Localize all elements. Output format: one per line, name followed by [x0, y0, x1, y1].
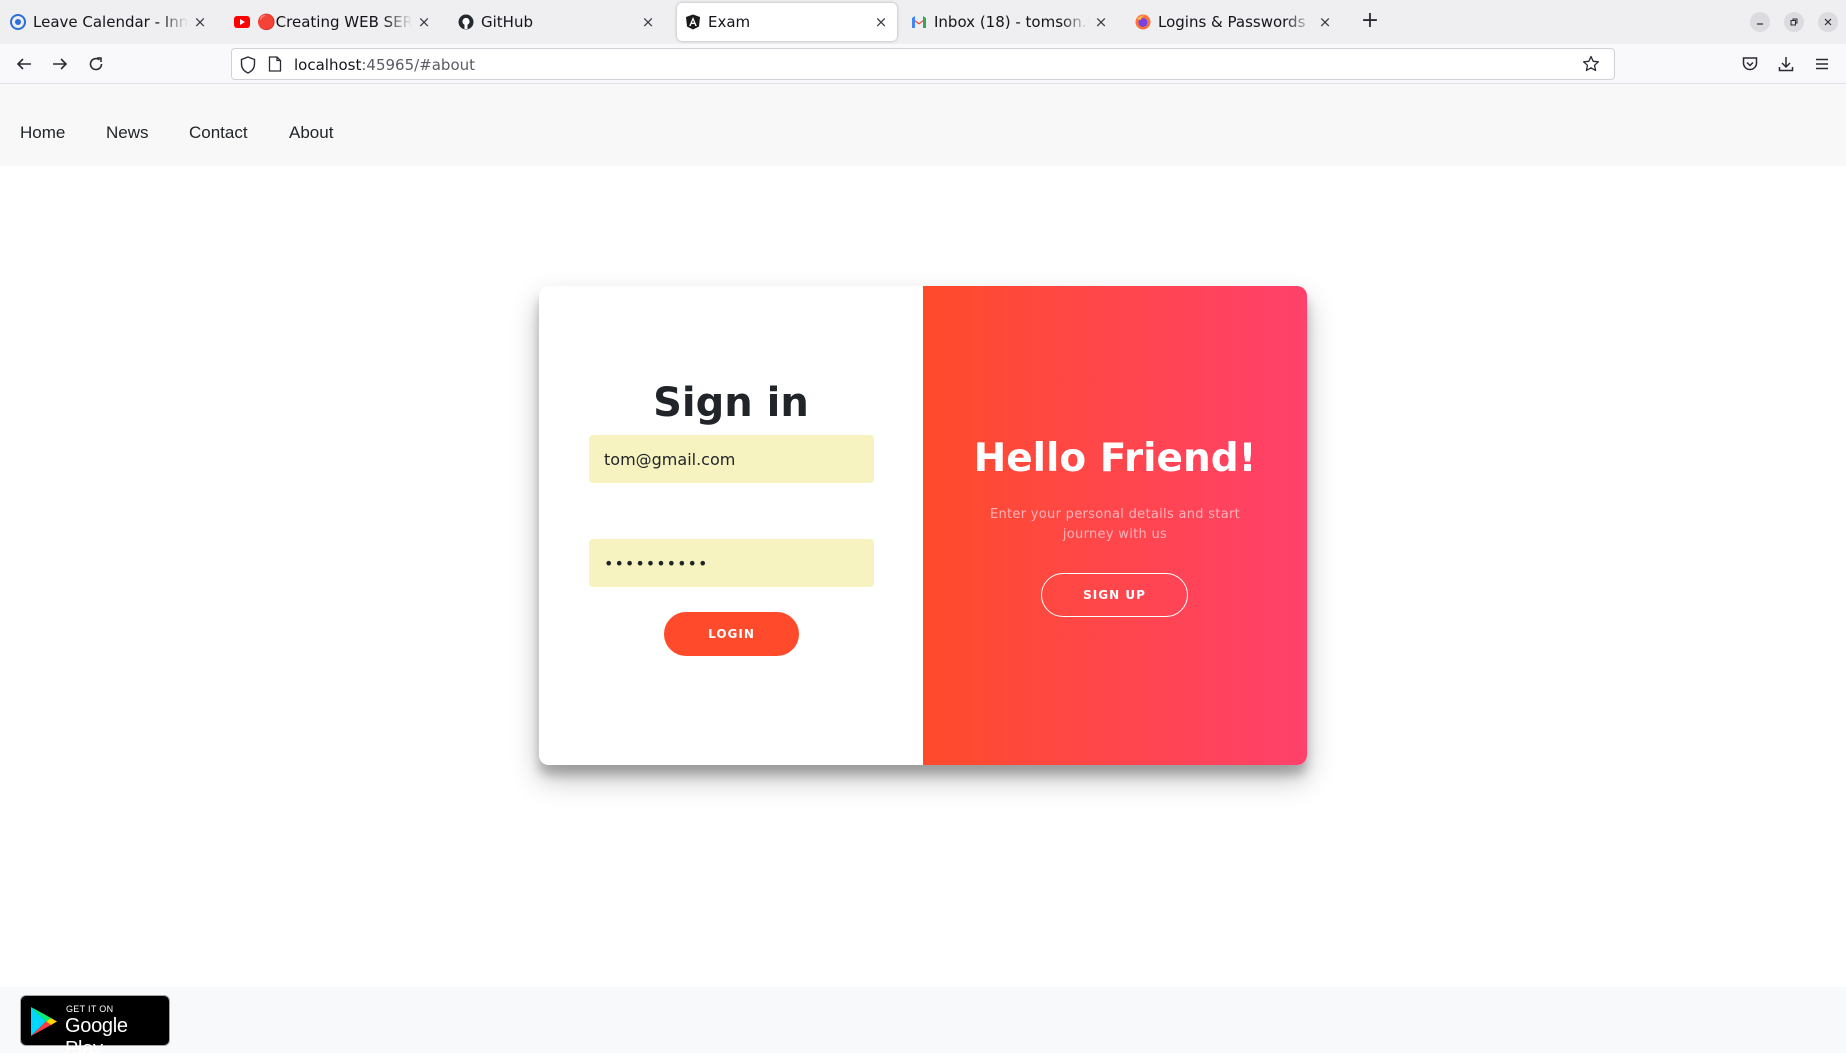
signin-title: Sign in — [653, 380, 809, 426]
google-play-badge[interactable]: GET IT ON Google Play — [20, 995, 170, 1060]
restore-icon — [1790, 18, 1798, 26]
tab-logins-passwords[interactable]: Logins & Passwords × — [1127, 3, 1341, 41]
nav-link-contact[interactable]: Contact — [189, 123, 248, 143]
nav-link-news[interactable]: News — [106, 123, 149, 143]
tab-youtube[interactable]: 🔴Creating WEB SERVICE × — [226, 3, 440, 41]
minimize-button[interactable] — [1750, 12, 1770, 32]
download-icon — [1778, 57, 1794, 72]
youtube-icon — [234, 14, 250, 30]
firefox-icon — [1135, 14, 1151, 30]
forward-button[interactable] — [48, 52, 72, 76]
calendar-app-icon — [10, 14, 26, 30]
pocket-button[interactable] — [1738, 52, 1762, 76]
tab-leave-calendar[interactable]: Leave Calendar - Innovati × — [2, 3, 216, 41]
close-icon[interactable]: × — [873, 13, 889, 31]
angular-icon — [685, 14, 701, 30]
pocket-icon — [1742, 57, 1758, 71]
browser-toolbar: localhost:45965/#about — [0, 44, 1846, 84]
close-window-button[interactable] — [1818, 12, 1838, 32]
tab-exam[interactable]: Exam × — [677, 3, 897, 41]
tab-gmail[interactable]: Inbox (18) - tomson.marti × — [903, 3, 1117, 41]
tab-label: Inbox (18) - tomson.marti — [934, 13, 1089, 31]
url-path: :45965/#about — [361, 56, 476, 74]
overlay-title: Hello Friend! — [973, 436, 1257, 481]
overlay-panel: Hello Friend! Enter your personal detail… — [923, 286, 1307, 765]
downloads-button[interactable] — [1774, 52, 1798, 76]
tab-label: Logins & Passwords — [1158, 13, 1306, 31]
github-icon — [458, 14, 474, 30]
close-icon[interactable]: × — [1093, 13, 1109, 31]
google-play-icon — [30, 1006, 58, 1041]
page-icon[interactable] — [268, 56, 282, 76]
auth-card: Sign in LOGIN Hello Friend! Enter your p… — [539, 286, 1307, 765]
menu-button[interactable] — [1810, 52, 1834, 76]
tab-label: Exam — [708, 13, 751, 31]
site-navbar: Home News Contact About — [0, 84, 1846, 166]
bookmark-star-icon[interactable] — [1582, 55, 1600, 77]
browser-tab-bar: Leave Calendar - Innovati × 🔴Creating WE… — [0, 0, 1846, 44]
tab-label: GitHub — [481, 13, 533, 31]
new-tab-button[interactable]: + — [1358, 10, 1382, 34]
signin-panel: Sign in LOGIN — [539, 286, 923, 765]
close-icon[interactable]: × — [416, 13, 432, 31]
restore-button[interactable] — [1784, 12, 1804, 32]
login-button[interactable]: LOGIN — [664, 612, 799, 656]
tab-label: Leave Calendar - Innovati — [33, 13, 188, 31]
page-footer: GET IT ON Google Play — [0, 987, 1846, 1060]
reload-icon — [89, 57, 103, 71]
nav-link-about[interactable]: About — [289, 123, 333, 143]
back-button[interactable] — [12, 52, 36, 76]
badge-google-play: Google Play — [65, 1015, 128, 1060]
overlay-subtitle: Enter your personal details and start jo… — [989, 507, 1241, 542]
close-window-icon — [1824, 18, 1832, 26]
badge-get-it-on: GET IT ON — [66, 1004, 114, 1014]
reload-button[interactable] — [84, 52, 108, 76]
url-host: localhost — [294, 56, 362, 74]
nav-link-home[interactable]: Home — [20, 123, 65, 143]
tab-github[interactable]: GitHub × — [450, 3, 664, 41]
signup-button[interactable]: SIGN UP — [1041, 573, 1188, 617]
close-icon[interactable]: × — [1317, 13, 1333, 31]
back-arrow-icon — [16, 58, 31, 70]
tab-label: 🔴Creating WEB SERVICE — [257, 13, 412, 31]
shield-icon[interactable] — [240, 56, 256, 78]
password-field[interactable] — [589, 539, 874, 587]
email-field[interactable] — [589, 435, 874, 483]
url-text[interactable]: localhost:45965/#about — [294, 56, 475, 74]
gmail-icon — [911, 14, 927, 30]
forward-arrow-icon — [53, 58, 68, 70]
close-icon[interactable]: × — [192, 13, 208, 31]
address-bar[interactable]: localhost:45965/#about — [231, 48, 1615, 80]
minimize-icon — [1757, 23, 1763, 25]
close-icon[interactable]: × — [640, 13, 656, 31]
hamburger-menu-icon — [1816, 58, 1828, 70]
